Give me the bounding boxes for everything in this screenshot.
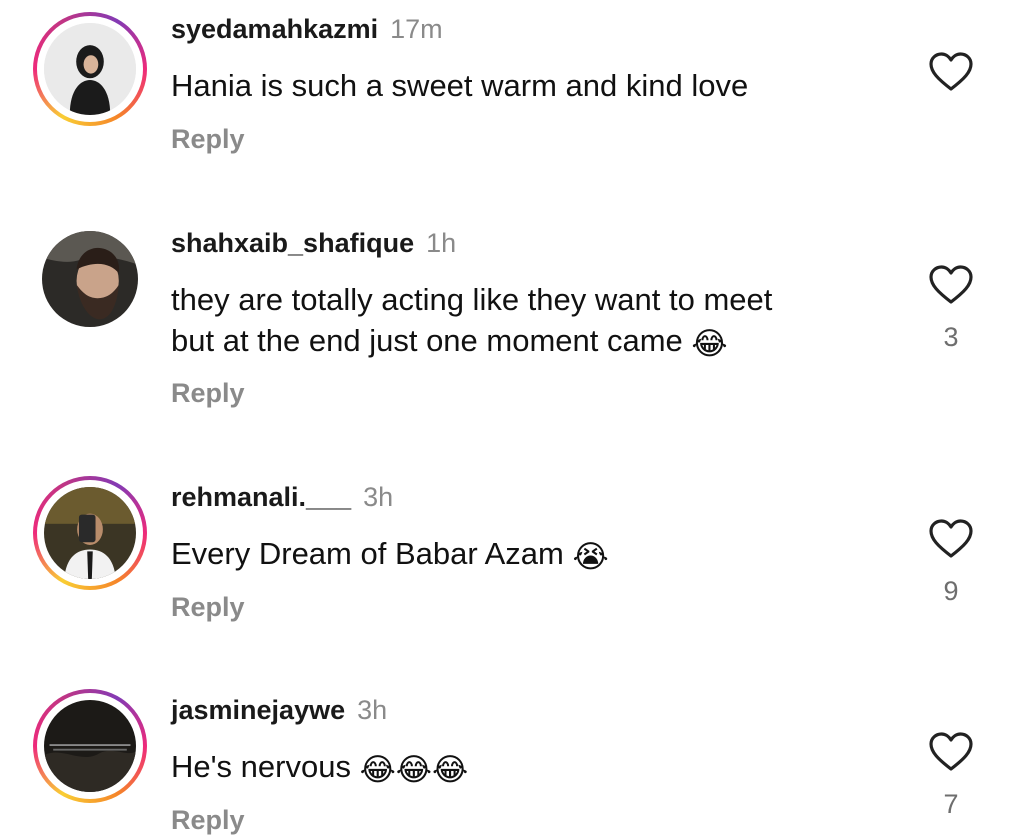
heart-outline-icon[interactable]: [928, 52, 974, 92]
heart-outline-icon[interactable]: [928, 265, 974, 305]
comment-text: they are totally acting like they want t…: [171, 279, 891, 365]
like-count: 7: [943, 789, 959, 819]
reply-button[interactable]: Reply: [171, 378, 245, 409]
comment-text: Hania is such a sweet warm and kind love: [171, 68, 749, 103]
reply-button[interactable]: Reply: [171, 805, 245, 836]
username[interactable]: jasminejaywe: [171, 695, 345, 725]
avatar-image: [44, 487, 136, 579]
loudly-crying-emoji: 😭: [572, 539, 609, 575]
avatar: [44, 23, 136, 115]
avatar-story-ring[interactable]: [33, 12, 147, 126]
timestamp: 3h: [357, 695, 388, 725]
avatar: [44, 700, 136, 792]
avatar-story-ring[interactable]: [33, 689, 147, 803]
timestamp: 3h: [363, 482, 394, 512]
reply-button[interactable]: Reply: [171, 124, 245, 155]
heart-outline-icon[interactable]: [928, 732, 974, 772]
laughing-tears-emoji: 😂: [691, 326, 728, 362]
like-count: 9: [943, 576, 959, 606]
like-count: 3: [943, 322, 959, 352]
reply-button[interactable]: Reply: [171, 592, 245, 623]
comment-text: He's nervous 😂😂😂: [171, 746, 891, 791]
timestamp: 17m: [390, 14, 443, 44]
username[interactable]: shahxaib_shafique: [171, 228, 414, 258]
username[interactable]: rehmanali.___: [171, 482, 351, 512]
heart-outline-icon[interactable]: [928, 519, 974, 559]
avatar-image: [44, 700, 136, 792]
avatar-image: [42, 231, 138, 327]
timestamp: 1h: [426, 228, 457, 258]
avatar[interactable]: [33, 222, 147, 336]
avatar-image: [44, 23, 136, 115]
laughing-tears-emoji: 😂😂😂: [359, 752, 469, 788]
avatar: [44, 487, 136, 579]
avatar-story-ring[interactable]: [33, 476, 147, 590]
comment-text: Every Dream of Babar Azam 😭: [171, 533, 891, 578]
username[interactable]: syedamahkazmi: [171, 14, 378, 44]
